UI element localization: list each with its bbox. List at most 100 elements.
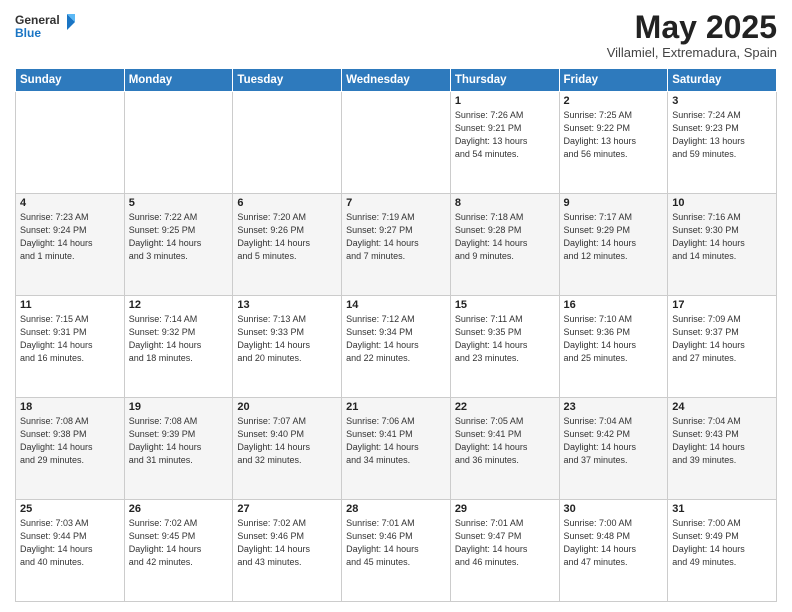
day-info: Sunrise: 7:12 AM Sunset: 9:34 PM Dayligh… bbox=[346, 313, 446, 365]
calendar-table: SundayMondayTuesdayWednesdayThursdayFrid… bbox=[15, 68, 777, 602]
calendar-week-row: 11Sunrise: 7:15 AM Sunset: 9:31 PM Dayli… bbox=[16, 296, 777, 398]
day-number: 23 bbox=[564, 401, 664, 413]
weekday-header-friday: Friday bbox=[559, 69, 668, 92]
calendar-cell: 29 Sunrise: 7:01 AM Sunset: 9:47 PM Dayli… bbox=[450, 500, 559, 602]
day-number: 8 bbox=[455, 197, 555, 209]
day-number: 25 bbox=[20, 503, 120, 515]
day-info: Sunrise: 7:02 AM Sunset: 9:46 PM Dayligh… bbox=[237, 517, 337, 569]
day-info: Sunrise: 7:01 AM Sunset: 9:47 PM Dayligh… bbox=[455, 517, 555, 569]
day-number: 9 bbox=[564, 197, 664, 209]
day-number: 16 bbox=[564, 299, 664, 311]
calendar-cell: 14 Sunrise: 7:12 AM Sunset: 9:34 PM Dayli… bbox=[342, 296, 451, 398]
svg-text:Blue: Blue bbox=[15, 26, 41, 40]
day-number: 2 bbox=[564, 95, 664, 107]
day-number: 7 bbox=[346, 197, 446, 209]
day-info: Sunrise: 7:24 AM Sunset: 9:23 PM Dayligh… bbox=[672, 109, 772, 161]
calendar-cell: 23 Sunrise: 7:04 AM Sunset: 9:42 PM Dayli… bbox=[559, 398, 668, 500]
day-info: Sunrise: 7:15 AM Sunset: 9:31 PM Dayligh… bbox=[20, 313, 120, 365]
calendar-cell: 7 Sunrise: 7:19 AM Sunset: 9:27 PM Daylig… bbox=[342, 194, 451, 296]
title-block: May 2025 Villamiel, Extremadura, Spain bbox=[607, 10, 777, 60]
day-number: 26 bbox=[129, 503, 229, 515]
calendar-cell: 9 Sunrise: 7:17 AM Sunset: 9:29 PM Daylig… bbox=[559, 194, 668, 296]
calendar-title: May 2025 bbox=[607, 10, 777, 45]
day-number: 20 bbox=[237, 401, 337, 413]
weekday-header-wednesday: Wednesday bbox=[342, 69, 451, 92]
day-number: 12 bbox=[129, 299, 229, 311]
weekday-header-thursday: Thursday bbox=[450, 69, 559, 92]
day-number: 3 bbox=[672, 95, 772, 107]
day-number: 31 bbox=[672, 503, 772, 515]
day-info: Sunrise: 7:22 AM Sunset: 9:25 PM Dayligh… bbox=[129, 211, 229, 263]
calendar-cell bbox=[342, 92, 451, 194]
calendar-cell: 31 Sunrise: 7:00 AM Sunset: 9:49 PM Dayli… bbox=[668, 500, 777, 602]
page: General Blue May 2025 Villamiel, Extrema… bbox=[0, 0, 792, 612]
calendar-cell: 22 Sunrise: 7:05 AM Sunset: 9:41 PM Dayli… bbox=[450, 398, 559, 500]
calendar-cell: 3 Sunrise: 7:24 AM Sunset: 9:23 PM Daylig… bbox=[668, 92, 777, 194]
day-info: Sunrise: 7:06 AM Sunset: 9:41 PM Dayligh… bbox=[346, 415, 446, 467]
day-number: 14 bbox=[346, 299, 446, 311]
calendar-cell: 19Sunrise: 7:08 AM Sunset: 9:39 PM Dayli… bbox=[124, 398, 233, 500]
day-number: 4 bbox=[20, 197, 120, 209]
calendar-cell: 20Sunrise: 7:07 AM Sunset: 9:40 PM Dayli… bbox=[233, 398, 342, 500]
day-number: 1 bbox=[455, 95, 555, 107]
day-info: Sunrise: 7:11 AM Sunset: 9:35 PM Dayligh… bbox=[455, 313, 555, 365]
calendar-cell: 27Sunrise: 7:02 AM Sunset: 9:46 PM Dayli… bbox=[233, 500, 342, 602]
calendar-cell: 1 Sunrise: 7:26 AM Sunset: 9:21 PM Daylig… bbox=[450, 92, 559, 194]
calendar-cell: 10Sunrise: 7:16 AM Sunset: 9:30 PM Dayli… bbox=[668, 194, 777, 296]
calendar-cell bbox=[233, 92, 342, 194]
calendar-cell bbox=[124, 92, 233, 194]
day-info: Sunrise: 7:08 AM Sunset: 9:38 PM Dayligh… bbox=[20, 415, 120, 467]
day-number: 6 bbox=[237, 197, 337, 209]
day-number: 21 bbox=[346, 401, 446, 413]
calendar-cell: 8 Sunrise: 7:18 AM Sunset: 9:28 PM Daylig… bbox=[450, 194, 559, 296]
calendar-cell: 21 Sunrise: 7:06 AM Sunset: 9:41 PM Dayli… bbox=[342, 398, 451, 500]
weekday-header-saturday: Saturday bbox=[668, 69, 777, 92]
day-info: Sunrise: 7:05 AM Sunset: 9:41 PM Dayligh… bbox=[455, 415, 555, 467]
day-info: Sunrise: 7:01 AM Sunset: 9:46 PM Dayligh… bbox=[346, 517, 446, 569]
calendar-cell: 6Sunrise: 7:20 AM Sunset: 9:26 PM Daylig… bbox=[233, 194, 342, 296]
day-info: Sunrise: 7:26 AM Sunset: 9:21 PM Dayligh… bbox=[455, 109, 555, 161]
day-number: 22 bbox=[455, 401, 555, 413]
day-number: 28 bbox=[346, 503, 446, 515]
day-info: Sunrise: 7:17 AM Sunset: 9:29 PM Dayligh… bbox=[564, 211, 664, 263]
day-info: Sunrise: 7:00 AM Sunset: 9:48 PM Dayligh… bbox=[564, 517, 664, 569]
calendar-cell bbox=[16, 92, 125, 194]
svg-text:General: General bbox=[15, 13, 60, 27]
day-info: Sunrise: 7:14 AM Sunset: 9:32 PM Dayligh… bbox=[129, 313, 229, 365]
logo-block: General Blue bbox=[15, 10, 75, 51]
weekday-header-sunday: Sunday bbox=[16, 69, 125, 92]
day-number: 24 bbox=[672, 401, 772, 413]
weekday-header-monday: Monday bbox=[124, 69, 233, 92]
day-info: Sunrise: 7:23 AM Sunset: 9:24 PM Dayligh… bbox=[20, 211, 120, 263]
calendar-week-row: 25 Sunrise: 7:03 AM Sunset: 9:44 PM Dayli… bbox=[16, 500, 777, 602]
calendar-cell: 17Sunrise: 7:09 AM Sunset: 9:37 PM Dayli… bbox=[668, 296, 777, 398]
calendar-cell: 13Sunrise: 7:13 AM Sunset: 9:33 PM Dayli… bbox=[233, 296, 342, 398]
calendar-week-row: 18Sunrise: 7:08 AM Sunset: 9:38 PM Dayli… bbox=[16, 398, 777, 500]
calendar-cell: 5Sunrise: 7:22 AM Sunset: 9:25 PM Daylig… bbox=[124, 194, 233, 296]
day-number: 29 bbox=[455, 503, 555, 515]
day-number: 17 bbox=[672, 299, 772, 311]
day-info: Sunrise: 7:03 AM Sunset: 9:44 PM Dayligh… bbox=[20, 517, 120, 569]
day-info: Sunrise: 7:13 AM Sunset: 9:33 PM Dayligh… bbox=[237, 313, 337, 365]
calendar-cell: 30 Sunrise: 7:00 AM Sunset: 9:48 PM Dayli… bbox=[559, 500, 668, 602]
calendar-cell: 4 Sunrise: 7:23 AM Sunset: 9:24 PM Daylig… bbox=[16, 194, 125, 296]
calendar-cell: 28 Sunrise: 7:01 AM Sunset: 9:46 PM Dayli… bbox=[342, 500, 451, 602]
calendar-week-row: 1 Sunrise: 7:26 AM Sunset: 9:21 PM Daylig… bbox=[16, 92, 777, 194]
calendar-cell: 12 Sunrise: 7:14 AM Sunset: 9:32 PM Dayli… bbox=[124, 296, 233, 398]
day-number: 30 bbox=[564, 503, 664, 515]
weekday-header-tuesday: Tuesday bbox=[233, 69, 342, 92]
calendar-cell: 24 Sunrise: 7:04 AM Sunset: 9:43 PM Dayli… bbox=[668, 398, 777, 500]
calendar-cell: 16Sunrise: 7:10 AM Sunset: 9:36 PM Dayli… bbox=[559, 296, 668, 398]
calendar-cell: 11Sunrise: 7:15 AM Sunset: 9:31 PM Dayli… bbox=[16, 296, 125, 398]
day-number: 10 bbox=[672, 197, 772, 209]
day-number: 15 bbox=[455, 299, 555, 311]
calendar-cell: 18Sunrise: 7:08 AM Sunset: 9:38 PM Dayli… bbox=[16, 398, 125, 500]
day-info: Sunrise: 7:08 AM Sunset: 9:39 PM Dayligh… bbox=[129, 415, 229, 467]
day-info: Sunrise: 7:04 AM Sunset: 9:42 PM Dayligh… bbox=[564, 415, 664, 467]
day-info: Sunrise: 7:04 AM Sunset: 9:43 PM Dayligh… bbox=[672, 415, 772, 467]
day-info: Sunrise: 7:00 AM Sunset: 9:49 PM Dayligh… bbox=[672, 517, 772, 569]
day-info: Sunrise: 7:19 AM Sunset: 9:27 PM Dayligh… bbox=[346, 211, 446, 263]
calendar-cell: 26Sunrise: 7:02 AM Sunset: 9:45 PM Dayli… bbox=[124, 500, 233, 602]
day-info: Sunrise: 7:25 AM Sunset: 9:22 PM Dayligh… bbox=[564, 109, 664, 161]
day-info: Sunrise: 7:18 AM Sunset: 9:28 PM Dayligh… bbox=[455, 211, 555, 263]
